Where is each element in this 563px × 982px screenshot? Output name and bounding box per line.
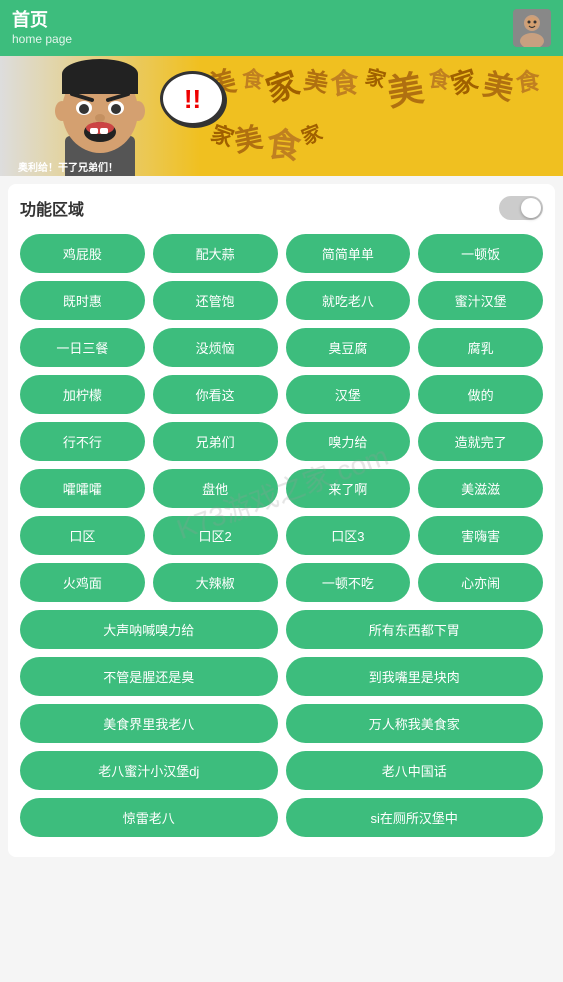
btn-xingbuxing[interactable]: 行不行 <box>20 422 145 461</box>
button-row-3: 一日三餐 没烦恼 臭豆腐 腐乳 <box>20 328 543 367</box>
button-wide-row-3: 美食界里我老八 万人称我美食家 <box>20 704 543 743</box>
btn-dalajiao[interactable]: 大辣椒 <box>153 563 278 602</box>
button-wide-row-4: 老八蜜汁小汉堡dj 老八中国话 <box>20 751 543 790</box>
button-wide-row-1: 大声呐喊嗅力给 所有东西都下胃 <box>20 610 543 649</box>
btn-meiEnnao[interactable]: 没烦恼 <box>153 328 278 367</box>
btn-jianing[interactable]: 加柠檬 <box>20 375 145 414</box>
btn-kouqu3[interactable]: 口区3 <box>286 516 411 555</box>
button-row-5: 行不行 兄弟们 嗅力给 造就完了 <box>20 422 543 461</box>
btn-kouqu2[interactable]: 口区2 <box>153 516 278 555</box>
btn-yidunfan[interactable]: 一顿饭 <box>418 234 543 273</box>
btn-jipiguo[interactable]: 鸡屁股 <box>20 234 145 273</box>
btn-suoyou[interactable]: 所有东西都下胃 <box>286 610 544 649</box>
btn-mizhi[interactable]: 蜜汁汉堡 <box>418 281 543 320</box>
app-header: 首页 home page <box>0 0 563 56</box>
btn-furu[interactable]: 腐乳 <box>418 328 543 367</box>
button-row-1: 鸡屁股 配大蒜 简简单单 一顿饭 <box>20 234 543 273</box>
btn-daozui[interactable]: 到我嘴里是块肉 <box>286 657 544 696</box>
btn-meishijie[interactable]: 美食界里我老八 <box>20 704 278 743</box>
user-avatar[interactable] <box>513 9 551 47</box>
exclamation-bubble: !! <box>160 71 225 126</box>
btn-haiguanbao[interactable]: 还管饱 <box>153 281 278 320</box>
btn-jianjian[interactable]: 简简单单 <box>286 234 411 273</box>
page-subtitle: home page <box>12 32 72 46</box>
button-row-7: 口区 口区2 口区3 害嗨害 <box>20 516 543 555</box>
btn-jishihui[interactable]: 既时惠 <box>20 281 145 320</box>
btn-zaojiu[interactable]: 造就完了 <box>418 422 543 461</box>
btn-hujimian[interactable]: 火鸡面 <box>20 563 145 602</box>
feature-title: 功能区域 <box>20 196 84 220</box>
btn-meizizi[interactable]: 美滋滋 <box>418 469 543 508</box>
main-content: 功能区域 鸡屁股 配大蒜 简简单单 一顿饭 既时惠 还管饱 就吃老八 蜜汁汉堡 … <box>8 184 555 857</box>
button-row-6: 嚯嚯嚯 盘他 来了啊 美滋滋 <box>20 469 543 508</box>
svg-text:奥利给！干了兄弟们！: 奥利给！干了兄弟们！ <box>18 161 118 174</box>
feature-toggle[interactable] <box>499 196 543 220</box>
btn-hanbao[interactable]: 汉堡 <box>286 375 411 414</box>
button-wide-row-5: 惊雷老八 si在厕所汉堡中 <box>20 798 543 837</box>
button-row-2: 既时惠 还管饱 就吃老八 蜜汁汉堡 <box>20 281 543 320</box>
btn-yiriSancan[interactable]: 一日三餐 <box>20 328 145 367</box>
btn-xinyilao[interactable]: 心亦闹 <box>418 563 543 602</box>
banner: 美 食 家 美 食 家 美 食 家 美 食 家 美 食 家 <box>0 56 563 176</box>
button-row-4: 加柠檬 你看这 汉堡 做的 <box>20 375 543 414</box>
btn-panta[interactable]: 盘他 <box>153 469 278 508</box>
btn-dasheng[interactable]: 大声呐喊嗅力给 <box>20 610 278 649</box>
btn-laobachinese[interactable]: 老八中国话 <box>286 751 544 790</box>
btn-laile[interactable]: 来了啊 <box>286 469 411 508</box>
btn-jiuchilaoban[interactable]: 就吃老八 <box>286 281 411 320</box>
page-title: 首页 <box>12 10 72 32</box>
btn-laobadj[interactable]: 老八蜜汁小汉堡dj <box>20 751 278 790</box>
btn-peidasuan[interactable]: 配大蒜 <box>153 234 278 273</box>
btn-xiuliji[interactable]: 嗅力给 <box>286 422 411 461</box>
header-left: 首页 home page <box>12 10 72 46</box>
btn-haihai[interactable]: 害嗨害 <box>418 516 543 555</box>
button-row-8: 火鸡面 大辣椒 一顿不吃 心亦闹 <box>20 563 543 602</box>
btn-zuode[interactable]: 做的 <box>418 375 543 414</box>
btn-yidun[interactable]: 一顿不吃 <box>286 563 411 602</box>
btn-niKanzhe[interactable]: 你看这 <box>153 375 278 414</box>
button-wide-row-2: 不管是腥还是臭 到我嘴里是块肉 <box>20 657 543 696</box>
btn-jinglei[interactable]: 惊雷老八 <box>20 798 278 837</box>
feature-header: 功能区域 <box>20 196 543 220</box>
btn-wanren[interactable]: 万人称我美食家 <box>286 704 544 743</box>
btn-xiongdimen[interactable]: 兄弟们 <box>153 422 278 461</box>
btn-kouqu1[interactable]: 口区 <box>20 516 145 555</box>
btn-buguan[interactable]: 不管是腥还是臭 <box>20 657 278 696</box>
banner-background: 美 食 家 美 食 家 美 食 家 美 食 家 美 食 家 <box>203 56 563 176</box>
btn-huohuo[interactable]: 嚯嚯嚯 <box>20 469 145 508</box>
btn-si[interactable]: si在厕所汉堡中 <box>286 798 544 837</box>
btn-choudoufu[interactable]: 臭豆腐 <box>286 328 411 367</box>
